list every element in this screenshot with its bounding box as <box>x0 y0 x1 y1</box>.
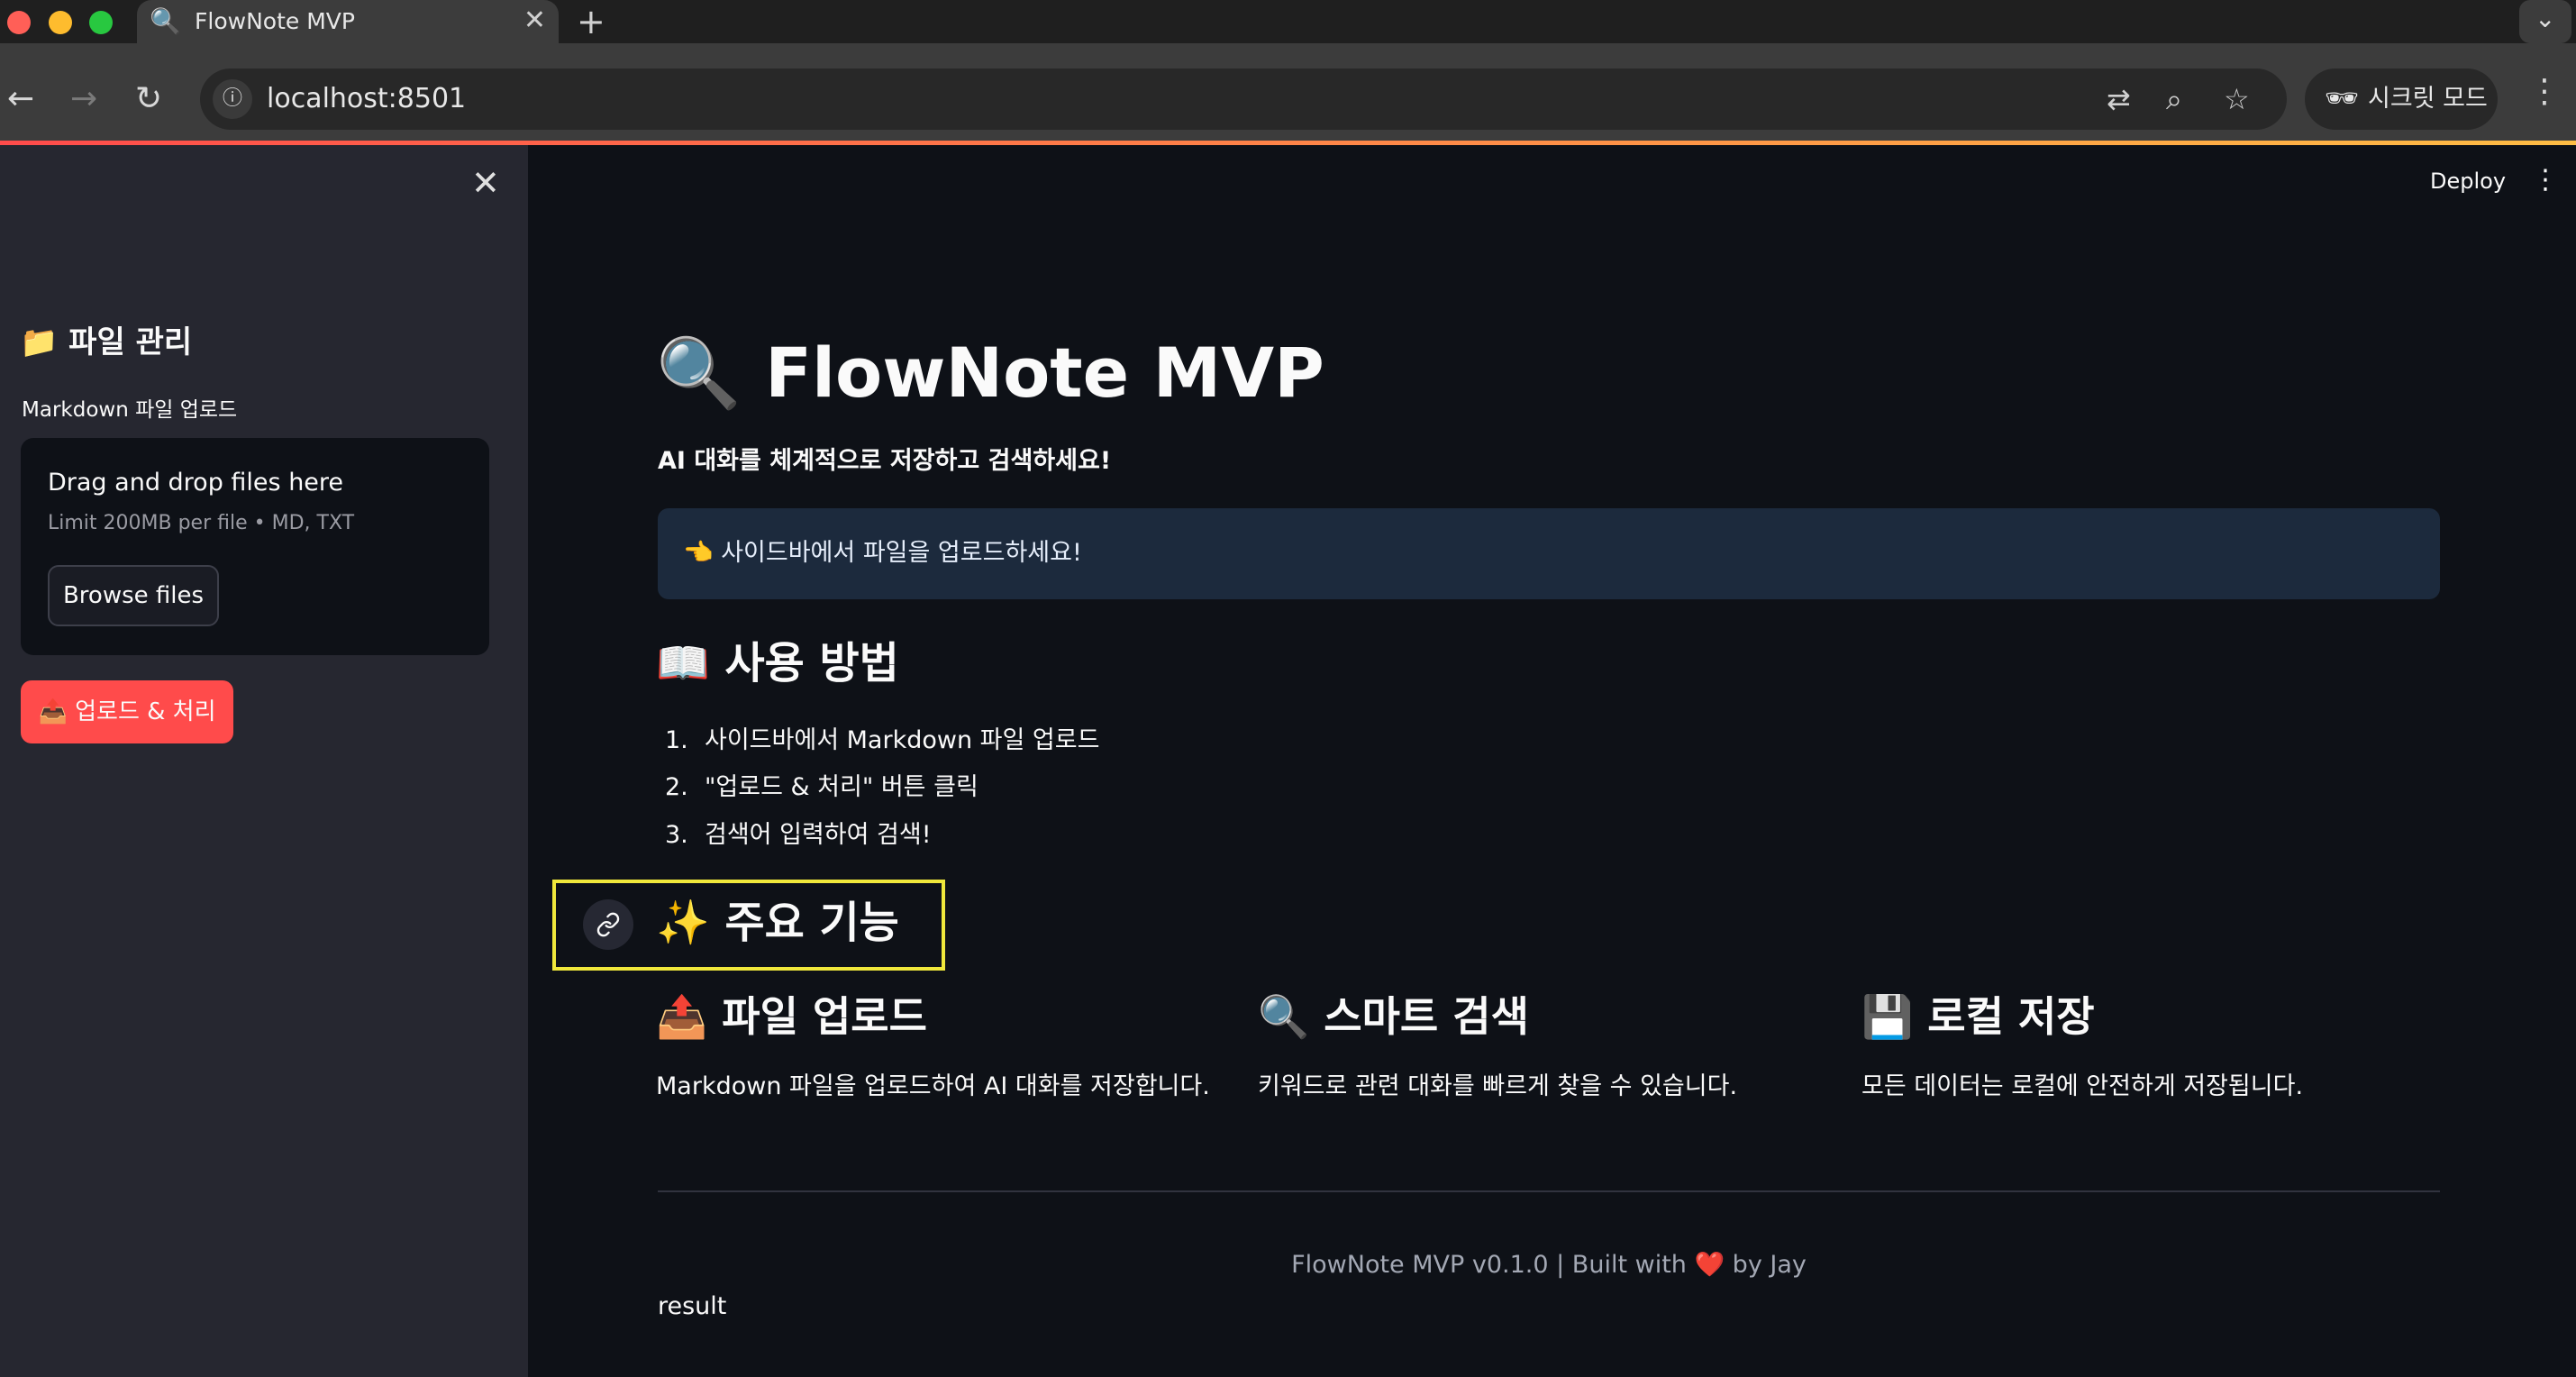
step-number: 2. <box>665 773 688 801</box>
usage-heading: 📖 사용 방법 <box>656 638 899 688</box>
url-text[interactable]: localhost:8501 <box>267 83 466 115</box>
step-number: 3. <box>665 821 688 849</box>
incognito-indicator[interactable]: 🕶 시크릿 모드 <box>2305 68 2498 130</box>
list-item: 3. 검색어 입력하여 검색! <box>658 819 932 852</box>
back-arrow-icon[interactable]: ← <box>7 81 34 117</box>
bookmark-star-icon[interactable]: ☆ <box>2224 79 2250 119</box>
feature-description: 키워드로 관련 대화를 빠르게 찾을 수 있습니다. <box>1258 1072 1738 1100</box>
incognito-label: 시크릿 모드 <box>2368 85 2488 113</box>
feature-description: 모든 데이터는 로컬에 안전하게 저장됩니다. <box>1861 1072 2304 1100</box>
step-text: "업로드 & 처리" 버튼 클릭 <box>705 773 979 801</box>
forward-arrow-icon[interactable]: → <box>70 81 97 117</box>
list-item: 1. 사이드바에서 Markdown 파일 업로드 <box>658 725 1099 757</box>
site-info-icon[interactable]: ⓘ <box>213 79 252 119</box>
list-item: 2. "업로드 & 처리" 버튼 클릭 <box>658 771 979 804</box>
sidebar: ✕ 📁 파일 관리 Markdown 파일 업로드 Drag and drop … <box>0 145 528 1377</box>
sidebar-title: 📁 파일 관리 <box>20 324 193 360</box>
page-subtitle: AI 대화를 체계적으로 저장하고 검색하세요! <box>658 447 1112 475</box>
deploy-button[interactable]: Deploy <box>2430 166 2506 196</box>
browser-menu-icon[interactable]: ⋮ <box>2528 74 2561 110</box>
step-text: 검색어 입력하여 검색! <box>705 821 932 849</box>
feature-title: 💾 로컬 저장 <box>1861 992 2095 1041</box>
page-title: 🔍 FlowNote MVP <box>656 333 1324 413</box>
zoom-icon[interactable]: ⌕ <box>2166 79 2182 119</box>
upload-field-label: Markdown 파일 업로드 <box>22 398 238 422</box>
result-text: result <box>658 1292 727 1320</box>
browser-tab-bar: 🔍 FlowNote MVP ✕ + ⌄ <box>0 0 2576 43</box>
upload-process-button[interactable]: 📤 업로드 & 처리 <box>21 680 233 743</box>
info-alert: 👈 사이드바에서 파일을 업로드하세요! <box>658 508 2440 599</box>
footer-text: FlowNote MVP v0.1.0 | Built with ❤️ by J… <box>1291 1251 1807 1279</box>
dropzone-title: Drag and drop files here <box>48 469 344 497</box>
close-sidebar-icon[interactable]: ✕ <box>471 165 500 201</box>
file-dropzone[interactable]: Drag and drop files here Limit 200MB per… <box>21 438 489 655</box>
browser-tab[interactable]: 🔍 FlowNote MVP ✕ <box>137 0 559 43</box>
window-minimize-button[interactable] <box>49 11 72 34</box>
close-tab-icon[interactable]: ✕ <box>523 5 546 36</box>
divider <box>658 1190 2440 1192</box>
feature-title: 🔍 스마트 검색 <box>1258 992 1529 1041</box>
window-maximize-button[interactable] <box>89 11 113 34</box>
browse-files-button[interactable]: Browse files <box>48 565 219 626</box>
incognito-icon: 🕶 <box>2325 83 2360 114</box>
address-bar[interactable]: ⓘ localhost:8501 ⇄ ⌕ ☆ <box>200 68 2287 130</box>
feature-title: 📤 파일 업로드 <box>656 992 927 1041</box>
features-heading: ✨ 주요 기능 <box>656 898 899 948</box>
step-number: 1. <box>665 726 688 754</box>
window-close-button[interactable] <box>7 11 31 34</box>
link-icon[interactable] <box>583 899 633 950</box>
reload-icon[interactable]: ↻ <box>135 81 162 117</box>
dropzone-limit: Limit 200MB per file • MD, TXT <box>48 512 355 534</box>
info-alert-text: 👈 사이드바에서 파일을 업로드하세요! <box>683 539 1082 567</box>
step-text: 사이드바에서 Markdown 파일 업로드 <box>705 726 1100 754</box>
magnifier-icon: 🔍 <box>150 6 181 36</box>
translate-icon[interactable]: ⇄ <box>2107 79 2131 119</box>
main-menu-icon[interactable]: ⋮ <box>2532 164 2559 196</box>
feature-description: Markdown 파일을 업로드하여 AI 대화를 저장합니다. <box>656 1072 1210 1100</box>
chevron-down-icon: ⌄ <box>2535 4 2556 33</box>
tab-search-button[interactable]: ⌄ <box>2519 0 2571 43</box>
new-tab-button[interactable]: + <box>577 4 605 40</box>
tab-title: FlowNote MVP <box>195 8 355 34</box>
